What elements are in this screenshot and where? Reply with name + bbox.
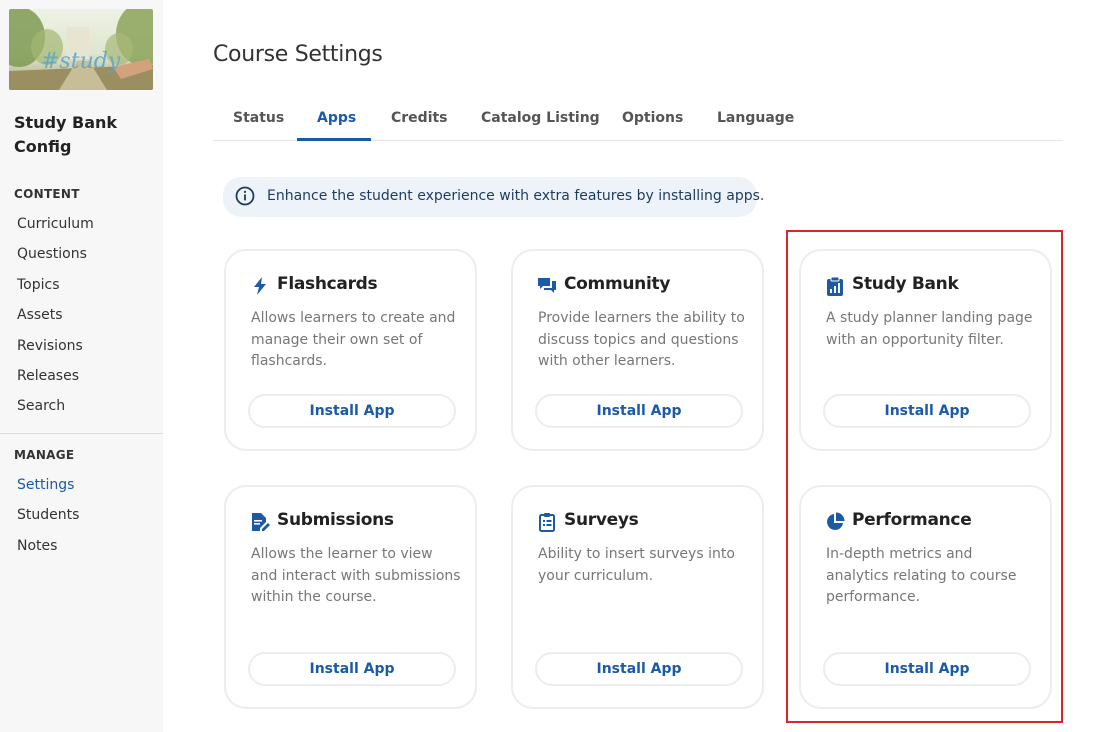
- sidebar-item-revisions[interactable]: Revisions: [17, 338, 83, 354]
- sidebar-item-search[interactable]: Search: [17, 398, 65, 414]
- install-submissions-button[interactable]: Install App: [248, 652, 456, 686]
- install-performance-button[interactable]: Install App: [823, 652, 1031, 686]
- course-thumbnail[interactable]: #study: [9, 9, 153, 90]
- app-card-performance: Performance In-depth metrics and analyti…: [799, 485, 1052, 709]
- file-edit-icon: [252, 513, 270, 531]
- manage-section-label: MANAGE: [14, 448, 75, 462]
- course-thumbnail-image: #study: [9, 9, 153, 90]
- app-card-title: Community: [564, 274, 671, 294]
- active-tab-indicator: [297, 138, 371, 141]
- install-community-button[interactable]: Install App: [535, 394, 743, 428]
- tab-language[interactable]: Language: [717, 110, 794, 126]
- tab-apps[interactable]: Apps: [317, 110, 356, 126]
- chat-bubbles-icon: [538, 278, 556, 293]
- app-card-description: Provide learners the ability to discuss …: [538, 310, 745, 369]
- app-card-description: Allows learners to create and manage the…: [251, 310, 456, 369]
- pie-chart-icon: [827, 512, 845, 530]
- sidebar-item-curriculum[interactable]: Curriculum: [17, 216, 94, 232]
- info-banner: Enhance the student experience with extr…: [223, 177, 764, 217]
- sidebar-item-releases[interactable]: Releases: [17, 368, 79, 384]
- sidebar-item-settings[interactable]: Settings: [17, 477, 74, 493]
- sidebar-item-notes[interactable]: Notes: [17, 538, 57, 554]
- course-thumbnail-text: #study: [41, 49, 121, 74]
- app-card-title: Performance: [852, 510, 972, 530]
- sidebar: #study Study Bank Config CONTENT Curricu…: [0, 0, 163, 732]
- install-study-bank-button[interactable]: Install App: [823, 394, 1031, 428]
- sidebar-item-topics[interactable]: Topics: [17, 277, 60, 293]
- app-card-surveys: Surveys Ability to insert surveys into y…: [511, 485, 764, 709]
- course-name: Study Bank Config: [14, 113, 118, 156]
- app-card-description: A study planner landing page with an opp…: [826, 310, 1033, 348]
- page-title: Course Settings: [213, 42, 383, 67]
- sidebar-item-assets[interactable]: Assets: [17, 307, 63, 323]
- clipboard-chart-icon: [827, 276, 843, 296]
- content-section-label: CONTENT: [14, 187, 80, 201]
- app-card-title: Flashcards: [277, 274, 378, 294]
- app-card-flashcards: Flashcards Allows learners to create and…: [224, 249, 477, 451]
- app-card-title: Submissions: [277, 510, 394, 530]
- sidebar-item-students[interactable]: Students: [17, 507, 79, 523]
- tab-credits[interactable]: Credits: [391, 110, 448, 126]
- app-card-description: In-depth metrics and analytics relating …: [826, 546, 1017, 605]
- install-surveys-button[interactable]: Install App: [535, 652, 743, 686]
- app-card-description: Allows the learner to view and interact …: [251, 546, 461, 605]
- app-card-submissions: Submissions Allows the learner to view a…: [224, 485, 477, 709]
- sidebar-divider: [0, 433, 163, 434]
- settings-tabs: Status Apps Credits Catalog Listing Opti…: [213, 100, 1063, 141]
- app-card-description: Ability to insert surveys into your curr…: [538, 546, 735, 584]
- tab-options[interactable]: Options: [622, 110, 683, 126]
- app-card-title: Surveys: [564, 510, 639, 530]
- info-circle-icon: [235, 186, 255, 206]
- install-flashcards-button[interactable]: Install App: [248, 394, 456, 428]
- app-card-title: Study Bank: [852, 274, 959, 294]
- tab-catalog-listing[interactable]: Catalog Listing: [481, 110, 600, 126]
- tab-status[interactable]: Status: [233, 110, 284, 126]
- sidebar-item-questions[interactable]: Questions: [17, 246, 87, 262]
- app-card-community: Community Provide learners the ability t…: [511, 249, 764, 451]
- clipboard-list-icon: [539, 513, 555, 532]
- app-card-study-bank: Study Bank A study planner landing page …: [799, 249, 1052, 451]
- info-banner-text: Enhance the student experience with extr…: [267, 188, 765, 204]
- lightning-bolt-icon: [254, 277, 266, 295]
